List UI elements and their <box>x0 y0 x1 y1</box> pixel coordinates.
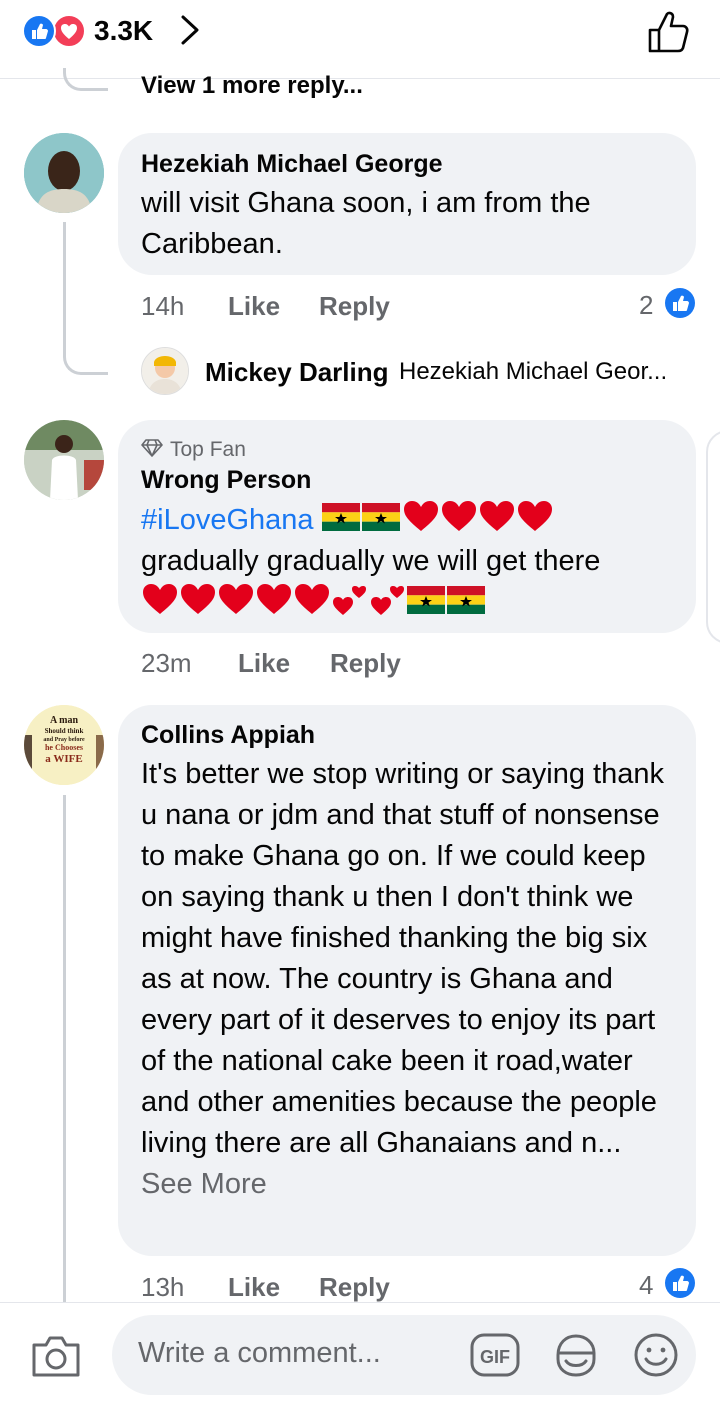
reply-author[interactable]: Mickey Darling <box>205 357 389 388</box>
emoji-icon[interactable] <box>632 1331 680 1384</box>
avatar[interactable] <box>24 420 104 500</box>
avatar[interactable]: A man Should think and Pray before he Ch… <box>24 705 104 785</box>
reply-button[interactable]: Reply <box>319 1272 390 1303</box>
avatar[interactable] <box>141 347 189 395</box>
love-reaction-icon[interactable] <box>52 14 86 48</box>
view-more-replies-link[interactable]: View 1 more reply... <box>141 72 363 100</box>
comment-text-body: It's better we stop writing or saying th… <box>141 758 664 1159</box>
comment-text: will visit Ghana soon, i am from the Car… <box>141 187 591 260</box>
svg-text:GIF: GIF <box>480 1347 510 1367</box>
like-reaction-icon[interactable] <box>22 14 56 48</box>
ghana-flag-emoji <box>407 586 487 619</box>
diamond-icon <box>141 438 163 463</box>
top-fan-badge: Top Fan <box>170 438 246 461</box>
comment-text: It's better we stop writing or saying th… <box>141 754 681 1205</box>
heart-emoji <box>141 584 331 619</box>
chevron-right-icon[interactable] <box>178 14 202 51</box>
ghana-flag-emoji <box>321 503 402 536</box>
avatar-caption: A man <box>50 715 79 726</box>
comment-time[interactable]: 23m <box>141 648 192 679</box>
thread-line <box>63 330 108 375</box>
comment-author[interactable]: Hezekiah Michael George <box>141 150 443 179</box>
reaction-count[interactable]: 3.3K <box>94 14 153 48</box>
comment-author[interactable]: Collins Appiah <box>141 721 315 750</box>
thread-line <box>63 68 108 91</box>
camera-icon[interactable] <box>30 1333 82 1384</box>
avatar-caption: he Chooses <box>45 743 83 752</box>
offscreen-card-edge <box>706 430 720 644</box>
comment-text-line: gradually gradually we will get there <box>141 545 601 577</box>
sticker-icon[interactable] <box>552 1331 600 1384</box>
reaction-count[interactable]: 4 <box>639 1270 653 1301</box>
two-hearts-emoji <box>331 586 407 619</box>
see-more-link[interactable]: See More <box>141 1168 267 1200</box>
comment-time[interactable]: 13h <box>141 1272 184 1303</box>
reaction-count[interactable]: 2 <box>639 290 653 321</box>
avatar-caption: a WIFE <box>45 753 82 765</box>
gif-icon[interactable]: GIF <box>470 1333 520 1382</box>
like-reaction-icon[interactable] <box>665 288 695 318</box>
reply-button[interactable]: Reply <box>319 291 390 322</box>
avatar-caption: Should think <box>45 727 84 735</box>
thread-line <box>63 795 66 1302</box>
reply-button[interactable]: Reply <box>330 648 401 679</box>
comment-placeholder: Write a comment... <box>138 1337 381 1369</box>
like-reaction-icon[interactable] <box>665 1268 695 1298</box>
heart-emoji <box>402 501 554 536</box>
avatar[interactable] <box>24 133 104 213</box>
comment-time[interactable]: 14h <box>141 291 184 322</box>
comment-text: #iLoveGhana gradually gradually we will … <box>141 499 686 624</box>
reply-preview[interactable]: Hezekiah Michael Geor... <box>399 351 699 392</box>
hashtag-link[interactable]: #iLoveGhana <box>141 504 314 536</box>
like-post-icon[interactable] <box>644 8 692 61</box>
like-button[interactable]: Like <box>238 648 290 679</box>
like-button[interactable]: Like <box>228 291 280 322</box>
comment-composer: Write a comment... GIF <box>0 1302 720 1407</box>
comment-author[interactable]: Wrong Person <box>141 466 311 495</box>
like-button[interactable]: Like <box>228 1272 280 1303</box>
reactions-header: 3.3K <box>0 0 720 79</box>
comment-input[interactable]: Write a comment... GIF <box>112 1315 696 1395</box>
